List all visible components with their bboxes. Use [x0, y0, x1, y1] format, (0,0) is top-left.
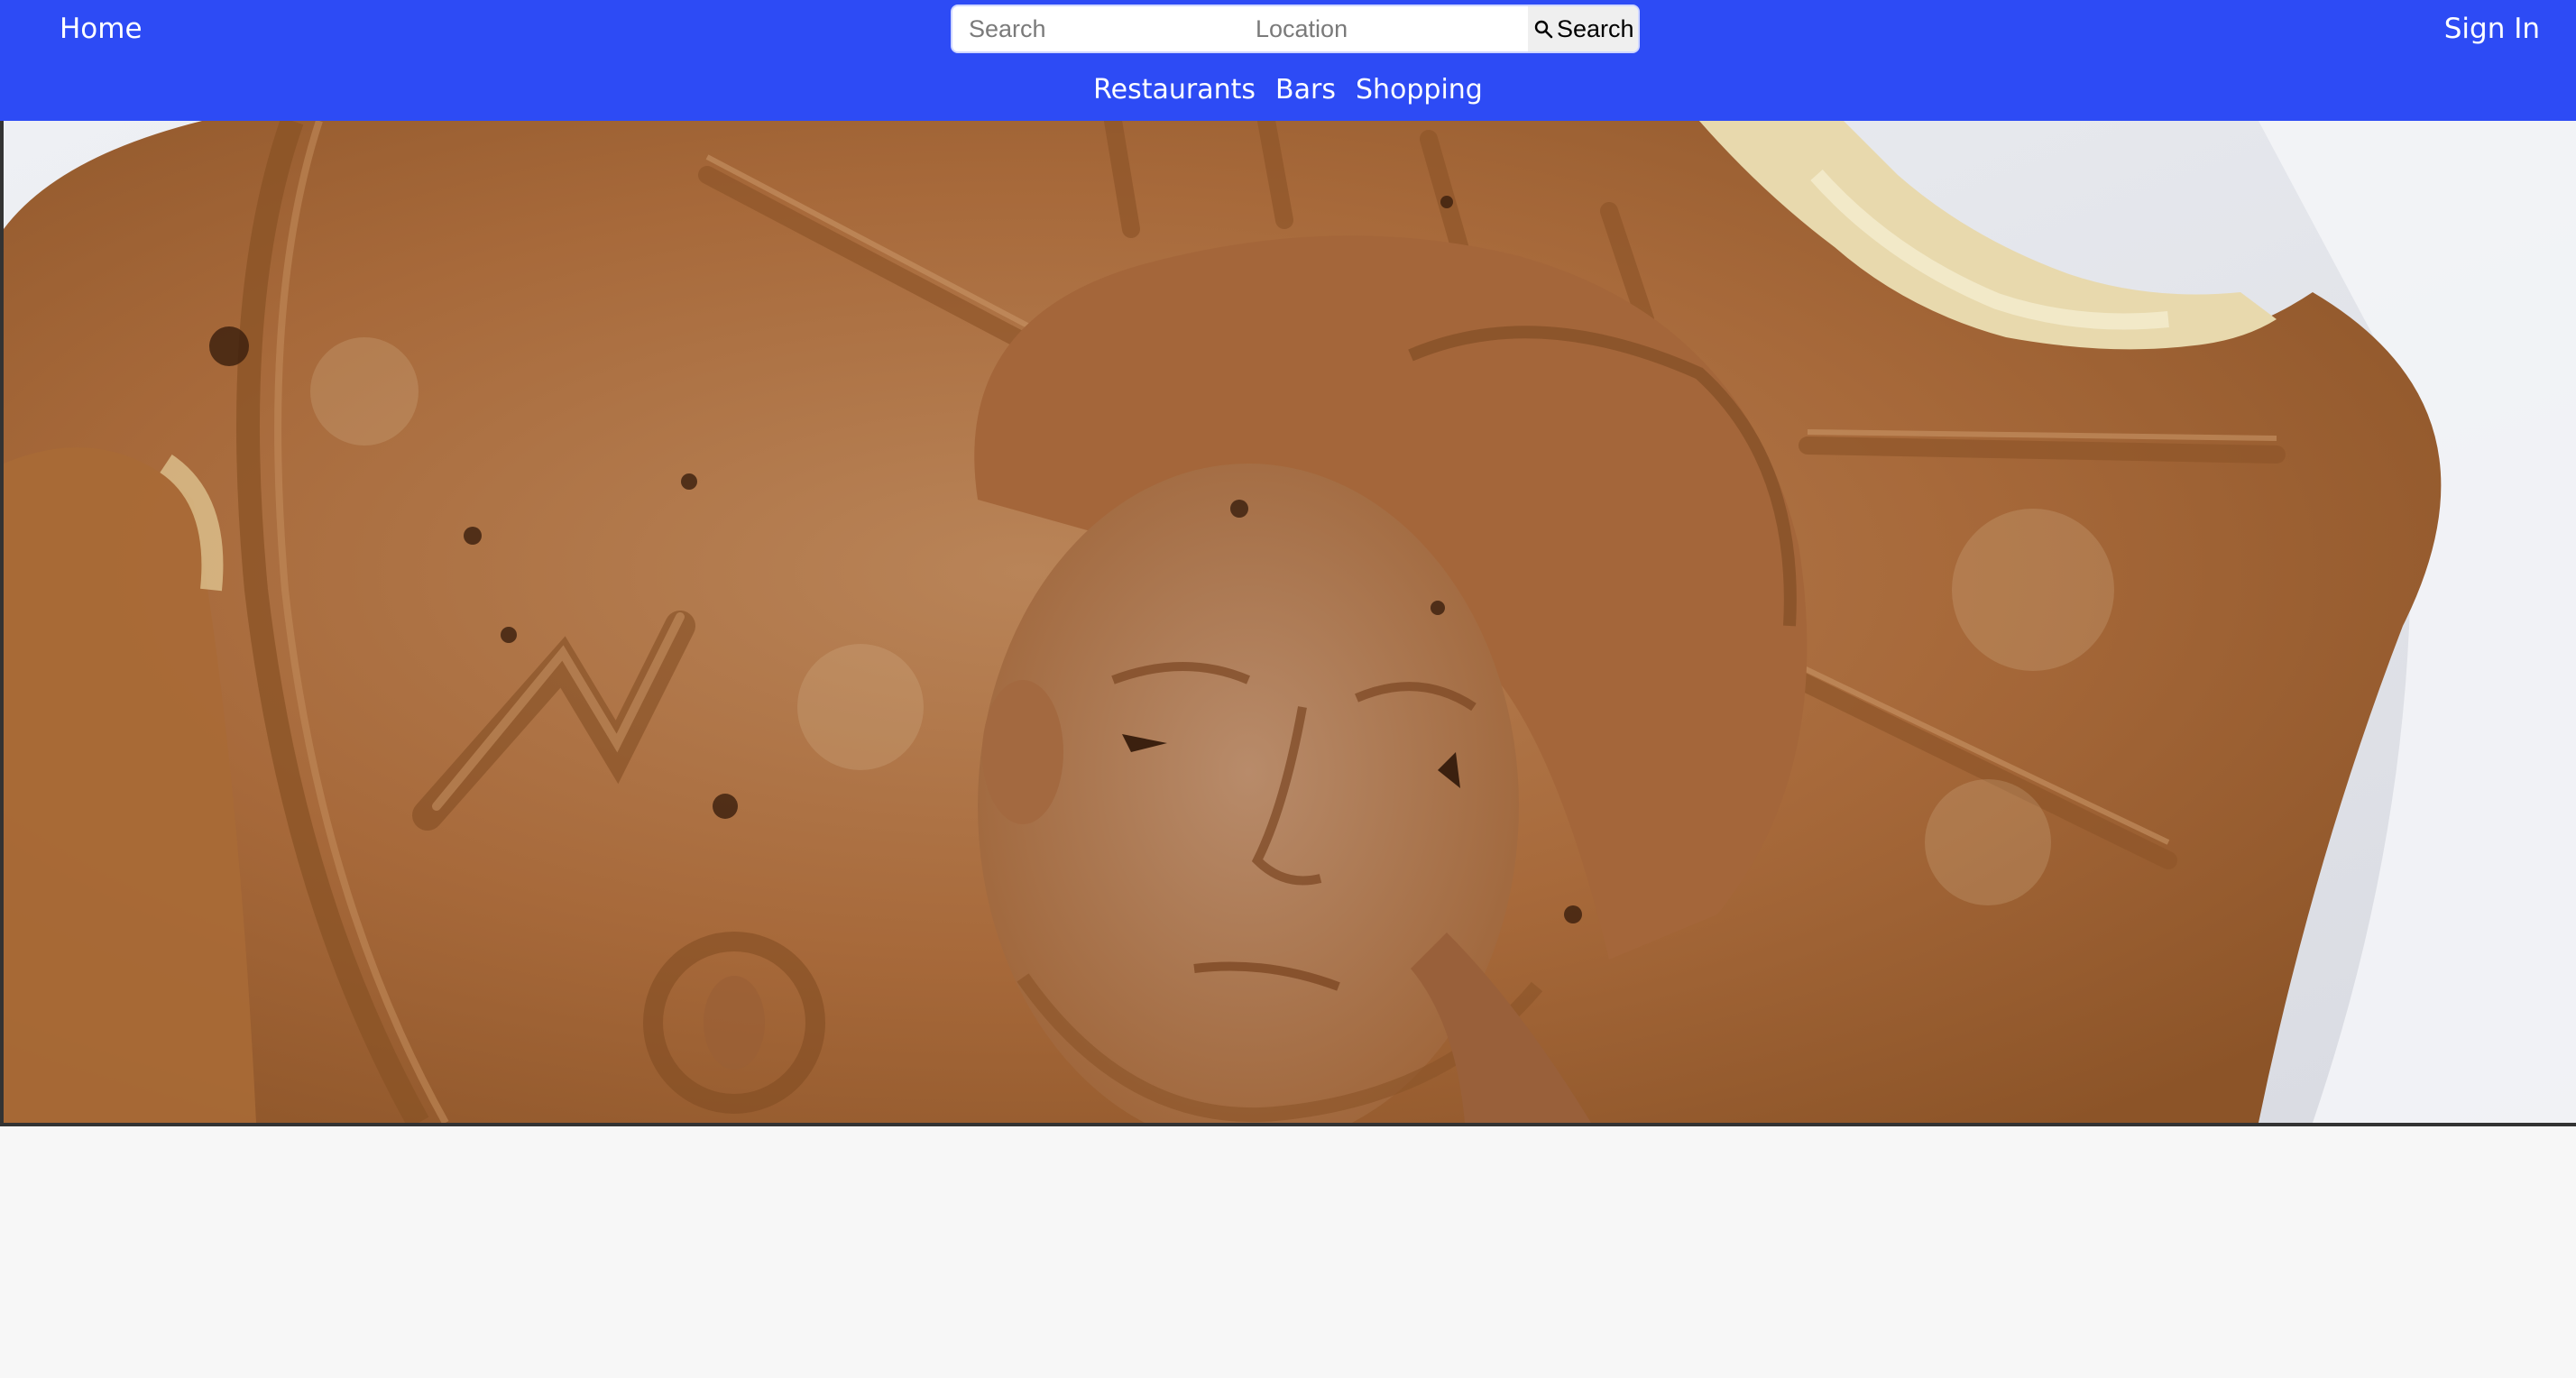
- search-button-label: Search: [1557, 14, 1634, 42]
- hero-photo-illustration: [4, 121, 2576, 1123]
- search-button[interactable]: Search: [1528, 6, 1638, 51]
- search-icon: [1533, 19, 1553, 39]
- top-navigation-bar: Home Search Sign In Restaurants Bars Sho…: [0, 0, 2576, 121]
- hero-image: [0, 121, 2576, 1126]
- sign-in-link[interactable]: Sign In: [2444, 9, 2540, 49]
- category-link-bars[interactable]: Bars: [1275, 67, 1336, 114]
- category-nav: Restaurants Bars Shopping: [0, 67, 2576, 114]
- search-input[interactable]: [952, 6, 1239, 51]
- search-form: Search: [951, 5, 1640, 53]
- location-input[interactable]: [1239, 6, 1528, 51]
- home-link[interactable]: Home: [60, 9, 143, 49]
- category-link-restaurants[interactable]: Restaurants: [1093, 67, 1256, 114]
- category-link-shopping[interactable]: Shopping: [1356, 67, 1483, 114]
